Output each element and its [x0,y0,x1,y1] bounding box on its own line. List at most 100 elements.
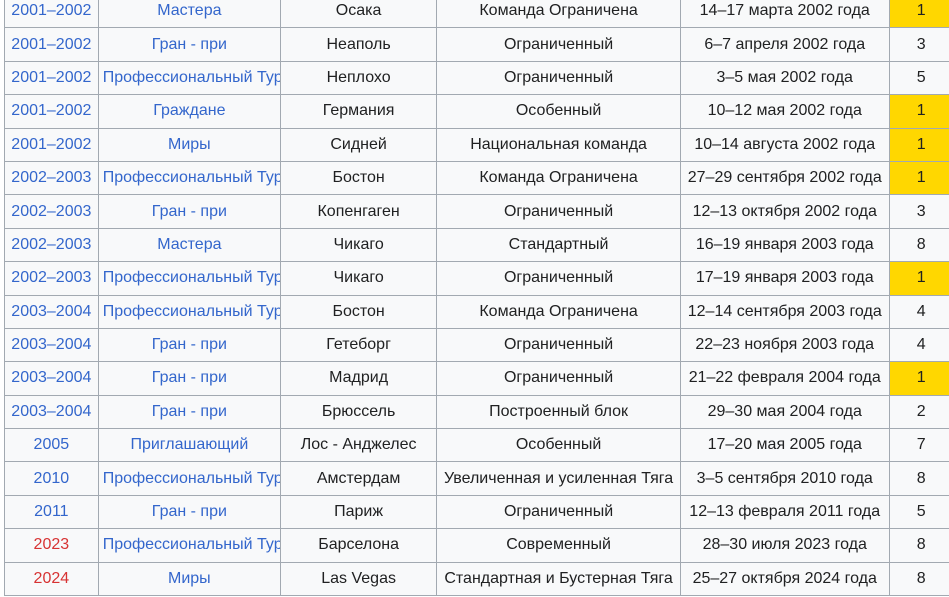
season-link[interactable]: 2003–2004 [11,336,91,353]
event-link[interactable]: Граждане [153,102,225,119]
season-cell: 2003–2004 [4,294,99,329]
season-link[interactable]: 2005 [34,436,70,453]
event-link[interactable]: Гран - при [152,503,227,520]
season-link[interactable]: 2001–2002 [11,69,91,86]
event-link[interactable]: Миры [168,136,211,153]
event-cell: Мастера [97,227,282,263]
event-link[interactable]: Профессиональный Тур [103,69,280,86]
place-cell: 1 [888,160,949,196]
event-link[interactable]: Миры [168,570,211,587]
format-cell: Команда Ограничена [436,294,681,329]
event-link[interactable]: Профессиональный Тур [103,470,280,487]
city-cell: Брюссель [280,394,438,430]
event-cell: Профессиональный Тур [97,60,282,96]
season-cell: 2003–2004 [4,361,99,396]
format-cell: Ограниченный [436,327,681,363]
season-link[interactable]: 2011 [34,503,68,520]
season-link[interactable]: 2023 [34,536,70,553]
city-cell: Германия [280,94,438,129]
date-cell: 10–12 мая 2002 года [679,94,890,129]
event-link[interactable]: Мастера [157,236,221,253]
date-cell: 29–30 мая 2004 года [679,394,890,430]
format-cell: Ограниченный [436,194,681,229]
event-link[interactable]: Гран - при [152,369,227,386]
event-cell: Миры [97,561,282,597]
event-cell: Профессиональный Тур [97,160,282,196]
date-cell: 12–13 октября 2002 года [679,194,890,229]
city-cell: Чикаго [280,261,438,296]
season-cell: 2001–2002 [4,94,99,129]
event-cell: Гран - при [97,27,282,62]
season-link[interactable]: 2001–2002 [11,36,91,53]
season-cell: 2024 [4,561,99,597]
season-cell: 2003–2004 [4,394,99,430]
season-cell: 2002–2003 [4,194,99,229]
event-link[interactable]: Гран - при [152,36,227,53]
table-row: 2023 Профессиональный Тур Барселона Совреме… [4,528,949,563]
place-cell: 8 [888,561,949,597]
season-link[interactable]: 2003–2004 [11,369,91,386]
table-row: 2001–2002 Миры Сидней Национальная команда 1… [4,127,949,162]
event-link[interactable]: Мастера [157,2,221,19]
city-cell: Бостон [280,294,438,329]
event-link[interactable]: Гран - при [152,336,227,353]
place-cell: 4 [888,294,949,329]
season-link[interactable]: 2003–2004 [11,403,91,420]
event-cell: Миры [97,127,282,162]
event-cell: Гран - при [97,194,282,229]
event-link[interactable]: Гран - при [152,403,227,420]
place-cell: 7 [888,428,949,463]
results-table: 2001–2002 Мастера Осака Команда Ограничена 1… [4,0,949,597]
event-link[interactable]: Гран - при [152,203,227,220]
date-cell: 17–20 мая 2005 года [679,428,890,463]
event-link[interactable]: Профессиональный Тур [103,303,280,320]
format-cell: Ограниченный [436,494,681,530]
event-link[interactable]: Профессиональный Тур [103,269,280,286]
table-row: 2003–2004 Гран - при Гетеборг Ограниченный 2… [4,327,949,363]
place-cell: 4 [888,327,949,363]
date-cell: 28–30 июля 2023 года [679,528,890,563]
season-cell: 2001–2002 [4,60,99,96]
city-cell: Чикаго [280,227,438,263]
season-link[interactable]: 2002–2003 [11,203,91,220]
table-row: 2002–2003 Профессиональный Тур Чикаго Огран… [4,261,949,296]
event-link[interactable]: Профессиональный Тур [103,536,280,553]
table-row: 2001–2002 Мастера Осака Команда Ограничена 1… [4,0,949,29]
season-cell: 2001–2002 [4,127,99,162]
event-link[interactable]: Приглашающий [130,436,248,453]
table-row: 2010 Профессиональный Тур Амстердам Увеличе… [4,461,949,496]
season-link[interactable]: 2010 [34,470,70,487]
format-cell: Ограниченный [436,60,681,96]
format-cell: Национальная команда [436,127,681,162]
season-link[interactable]: 2001–2002 [11,136,91,153]
event-cell: Профессиональный Тур [97,461,282,496]
season-link[interactable]: 2003–2004 [11,303,91,320]
date-cell: 10–14 августа 2002 года [679,127,890,162]
event-cell: Гран - при [97,327,282,363]
event-cell: Приглашающий [97,428,282,463]
season-cell: 2001–2002 [4,27,99,62]
season-link[interactable]: 2002–2003 [11,236,91,253]
season-cell: 2010 [4,461,99,496]
table-row: 2002–2003 Гран - при Копенгаген Ограниченны… [4,194,949,229]
table-row: 2005 Приглашающий Лос - Анджелес Особенный 1… [4,428,949,463]
season-link[interactable]: 2001–2002 [11,2,91,19]
format-cell: Ограниченный [436,361,681,396]
season-link[interactable]: 2002–2003 [11,169,91,186]
event-cell: Граждане [97,94,282,129]
format-cell: Особенный [436,94,681,129]
season-link[interactable]: 2002–2003 [11,269,91,286]
table-row: 2001–2002 Профессиональный Тур Неплохо Огра… [4,60,949,96]
place-cell: 3 [888,27,949,62]
date-cell: 12–14 сентября 2003 года [679,294,890,329]
place-cell: 3 [888,194,949,229]
season-link[interactable]: 2001–2002 [11,102,91,119]
date-cell: 3–5 мая 2002 года [679,60,890,96]
event-cell: Профессиональный Тур [97,528,282,563]
date-cell: 16–19 января 2003 года [679,227,890,263]
event-link[interactable]: Профессиональный Тур [103,169,280,186]
event-cell: Профессиональный Тур [97,294,282,329]
season-link[interactable]: 2024 [34,570,70,587]
format-cell: Увеличенная и усиленная Тяга [436,461,681,496]
city-cell: Лос - Анджелес [280,428,438,463]
